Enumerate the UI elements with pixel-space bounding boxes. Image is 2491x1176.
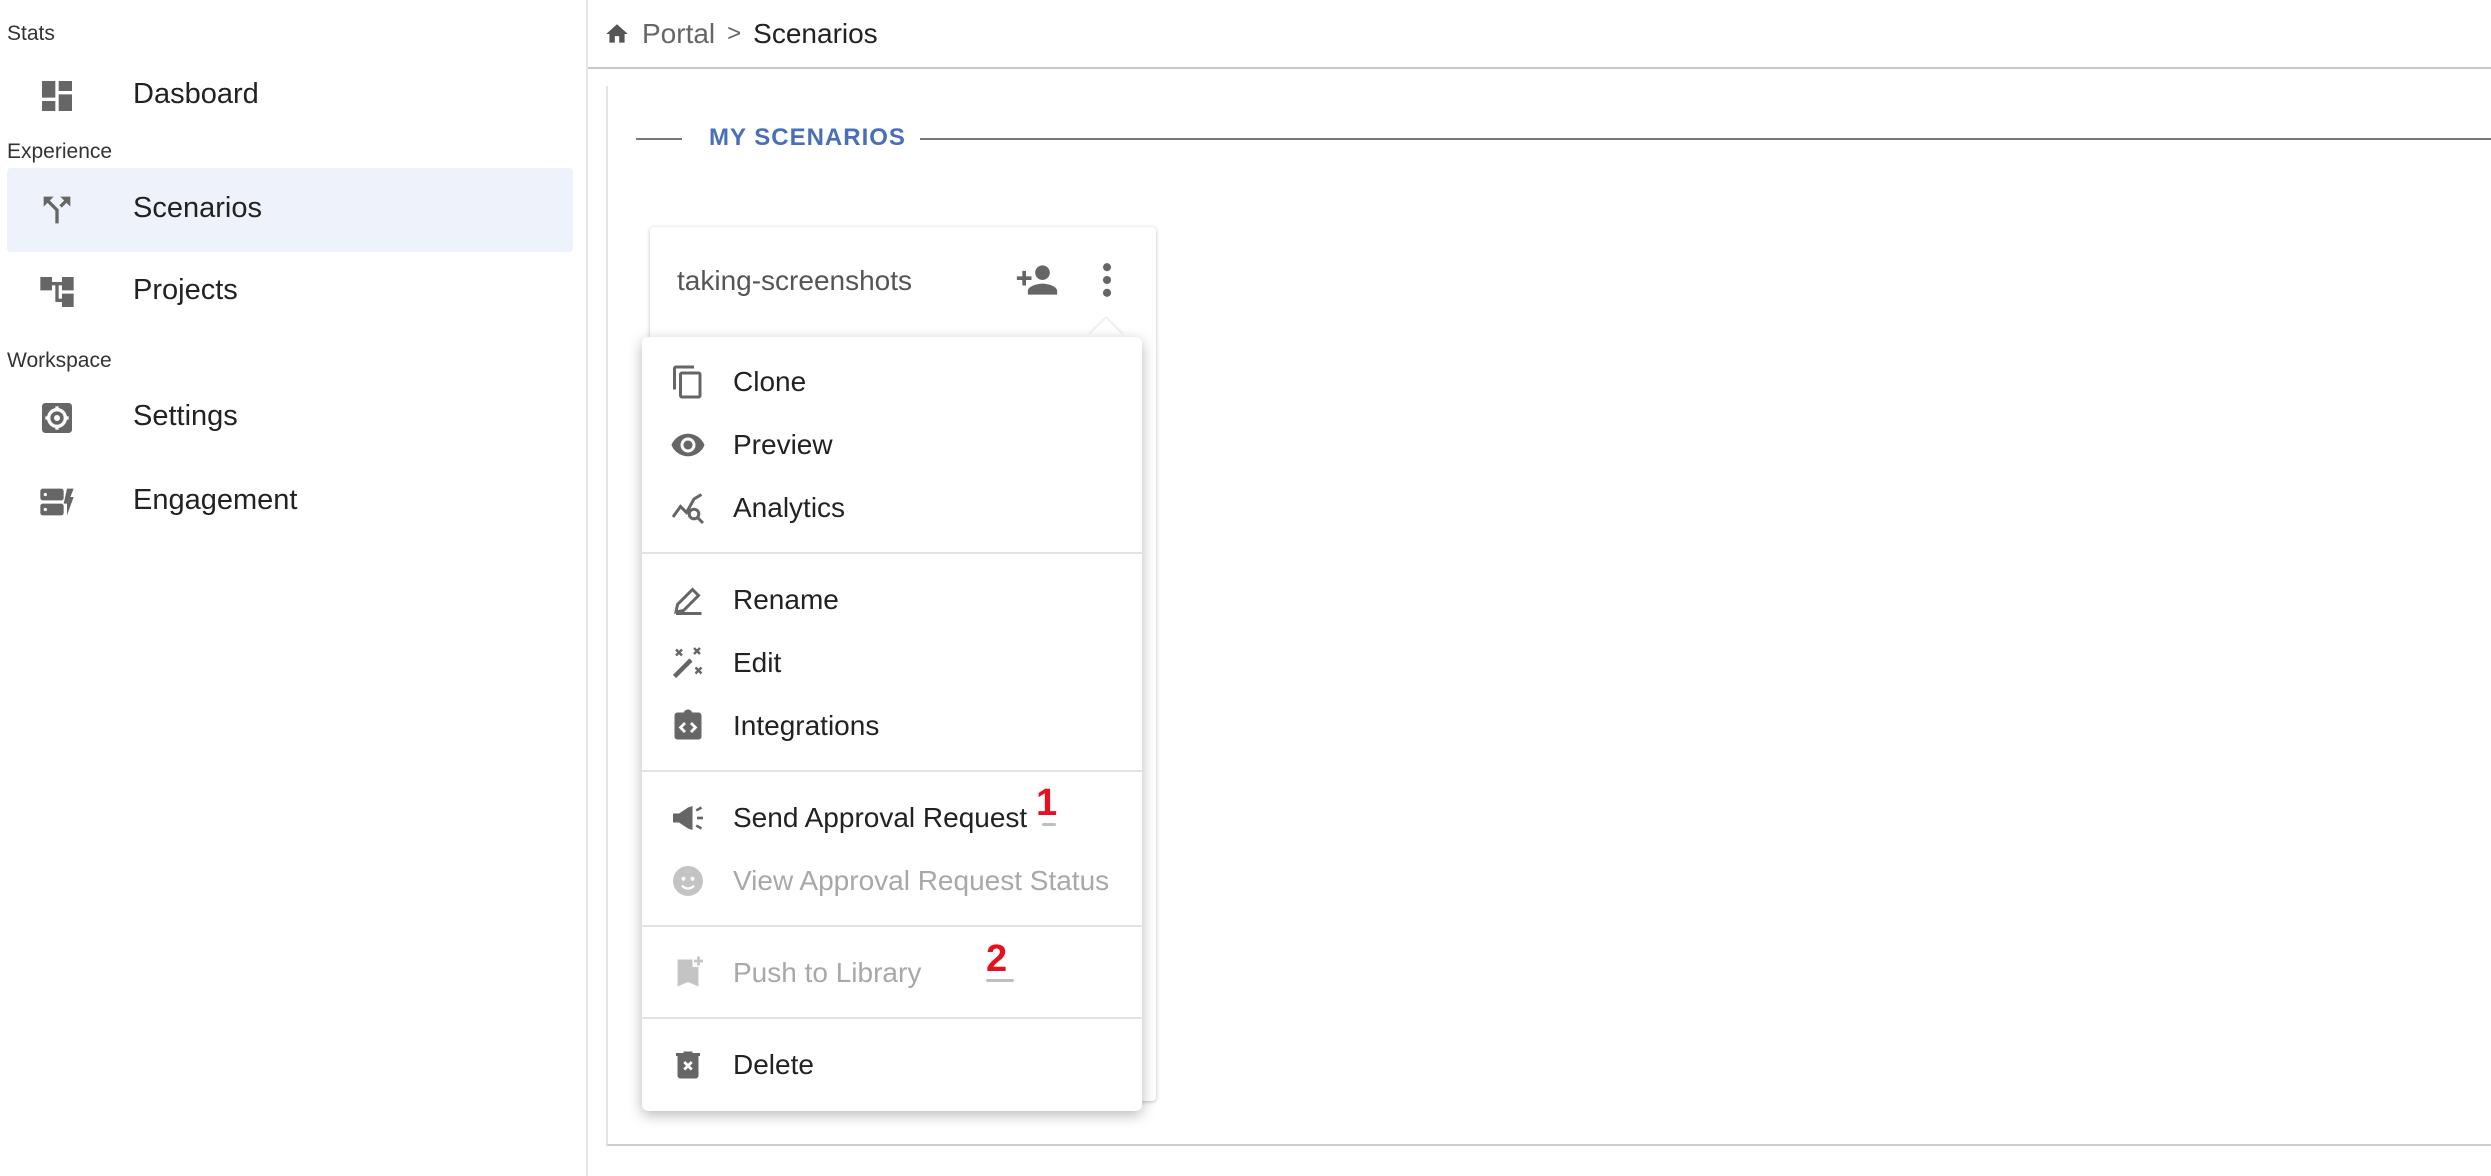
section-title: MY SCENARIOS [709, 124, 906, 151]
section-divider-left [636, 138, 682, 140]
menu-divider [642, 1017, 1142, 1019]
annotation-marker: 2 [986, 938, 1008, 980]
annotation-underline [986, 979, 1014, 982]
menu-divider [642, 552, 1142, 554]
dashboard-icon [42, 81, 72, 111]
menu-item-label: Rename [733, 584, 839, 615]
code-badge-icon [674, 709, 702, 740]
home-icon[interactable] [604, 21, 630, 47]
menu-item-preview[interactable]: Preview [642, 414, 1142, 476]
menu-item-label: Integrations [733, 710, 880, 741]
copy-icon [673, 365, 702, 399]
sidebar-item-label: Projects [133, 274, 238, 306]
section-divider-right [920, 138, 2491, 140]
section-label-workspace: Workspace [7, 349, 112, 372]
menu-item-label: Preview [733, 429, 833, 460]
engagement-icon [40, 488, 74, 516]
section-label-stats: Stats [7, 22, 55, 45]
menu-item-delete[interactable]: Delete [642, 1034, 1142, 1096]
menu-item-label: Send Approval Request [733, 802, 1028, 833]
header-divider [588, 67, 2491, 69]
menu-divider [642, 770, 1142, 772]
breadcrumb-separator: > [727, 20, 742, 47]
tree-icon [40, 277, 74, 307]
menu-item-label: Analytics [733, 492, 846, 523]
sidebar-item-label: Scenarios [133, 192, 262, 224]
sidebar: Stats Dasboard Experience Scenarios Proj… [0, 0, 588, 1176]
menu-item-rename[interactable]: Rename [642, 569, 1142, 631]
sidebar-item-label: Dasboard [133, 78, 259, 110]
pencil-icon [674, 587, 702, 615]
person-add-icon[interactable] [1015, 258, 1059, 302]
scenario-context-menu: Clone Preview Analytics Rename Edit Inte… [642, 337, 1142, 1111]
menu-item-integrations[interactable]: Integrations [642, 695, 1142, 757]
sidebar-item-projects[interactable]: Projects [7, 250, 573, 334]
menu-item-label: Delete [733, 1049, 814, 1080]
magic-wand-icon [672, 647, 703, 679]
annotation-marker: 1 [1036, 782, 1058, 824]
menu-item-push-to-library: Push to Library [642, 942, 1142, 1004]
breadcrumb-portal-link[interactable]: Portal [642, 18, 715, 50]
more-vertical-icon[interactable] [1090, 258, 1124, 302]
menu-divider [642, 925, 1142, 927]
annotation-underline [1042, 823, 1056, 826]
sidebar-item-label: Settings [133, 400, 238, 432]
bookmark-add-icon [677, 956, 703, 987]
section-label-experience: Experience [7, 140, 113, 163]
menu-item-label: Edit [733, 647, 782, 678]
menu-item-label: Clone [733, 366, 807, 397]
trash-icon [676, 1051, 700, 1079]
sidebar-item-scenarios[interactable]: Scenarios [7, 168, 573, 252]
sidebar-item-dashboard[interactable]: Dasboard [7, 54, 573, 138]
sidebar-item-label: Engagement [133, 484, 298, 516]
scenario-card-title: taking-screenshots [677, 265, 913, 296]
breadcrumb: Portal > Scenarios [604, 16, 878, 52]
analytics-icon [671, 493, 705, 525]
fork-icon [43, 196, 71, 224]
menu-item-view-approval-status: View Approval Request Status [642, 850, 1142, 912]
gear-icon [42, 403, 72, 433]
menu-item-analytics[interactable]: Analytics [642, 477, 1142, 539]
sidebar-item-settings[interactable]: Settings [7, 376, 573, 460]
sidebar-item-engagement[interactable]: Engagement [7, 460, 573, 544]
face-icon [673, 866, 703, 896]
eye-icon [671, 433, 705, 457]
megaphone-icon [673, 806, 703, 830]
menu-item-clone[interactable]: Clone [642, 351, 1142, 413]
breadcrumb-current: Scenarios [753, 18, 878, 49]
menu-item-send-approval-request[interactable]: Send Approval Request [642, 787, 1142, 849]
menu-item-edit[interactable]: Edit [642, 632, 1142, 694]
menu-item-label: Push to Library [733, 957, 922, 988]
menu-item-label: View Approval Request Status [733, 865, 1110, 896]
